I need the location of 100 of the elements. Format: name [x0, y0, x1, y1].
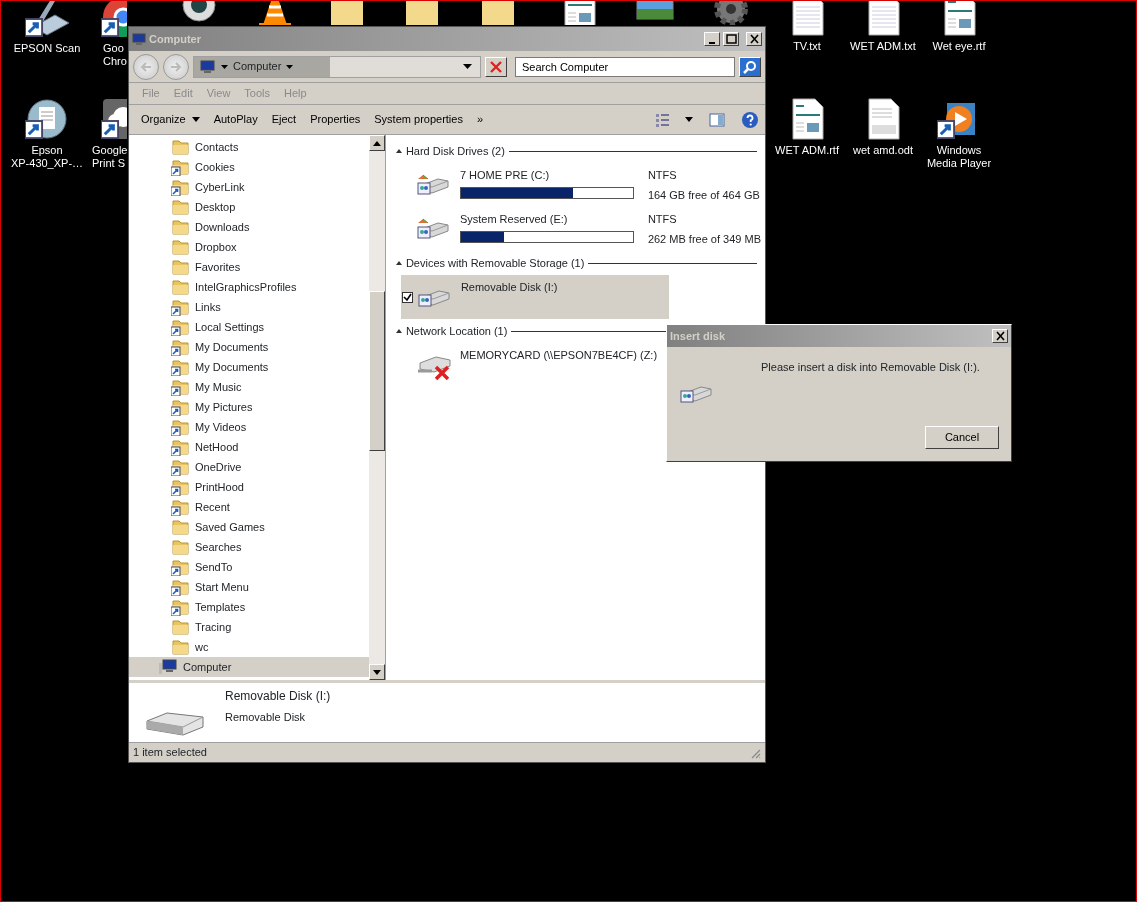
drive-name: MEMORYCARD (\\EPSON7BE4CF) (Z:)	[459, 348, 658, 363]
stop-button[interactable]	[485, 56, 507, 77]
window-title: Computer	[149, 31, 201, 47]
group-header[interactable]: Hard Disk Drives (2)	[405, 142, 505, 160]
disc-icon[interactable]	[25, 97, 69, 141]
cross-icon	[489, 59, 503, 74]
toolbar-button[interactable]: Eject	[265, 109, 303, 130]
tree-item[interactable]: Tracing	[129, 617, 369, 637]
toolbar-button[interactable]: Properties	[304, 109, 367, 130]
group-header[interactable]: Devices with Removable Storage (1)	[405, 254, 585, 272]
preview-pane-icon[interactable]	[709, 112, 725, 127]
tree-item[interactable]: Start Menu	[129, 577, 369, 597]
back-arrow-icon	[139, 60, 153, 73]
computer-icon	[159, 659, 178, 675]
item-name: Removable Disk (I:)	[225, 688, 331, 705]
free-space: 164 GB free of 464 GB	[647, 187, 760, 203]
toolbar-button[interactable]: Organize	[135, 109, 206, 130]
drive-name: 7 HOME PRE (C:)	[459, 168, 551, 183]
desktop-icon-label[interactable]: Windows Media Player	[926, 144, 992, 170]
minimize-button[interactable]	[704, 32, 720, 46]
tree-item[interactable]: Searches	[129, 537, 369, 557]
dialog-message: Please insert a disk into Removable Disk (I:).	[761, 360, 981, 375]
collapse-icon[interactable]	[395, 261, 402, 265]
tree-item[interactable]: Desktop	[129, 197, 369, 217]
file-system: NTFS	[647, 212, 678, 227]
minimize-icon	[709, 41, 715, 44]
view-list-icon[interactable]	[655, 111, 669, 128]
caret-icon[interactable]	[685, 117, 693, 122]
desktop-icon-label[interactable]: WET ADM.rtf	[775, 144, 839, 157]
desktop-icon-label[interactable]: Google Print S	[92, 144, 128, 170]
item-type: Removable Disk	[225, 710, 307, 725]
toolbar-button[interactable]: System properties	[368, 109, 469, 130]
scroll-up-icon[interactable]	[372, 140, 381, 146]
computer-icon	[200, 59, 216, 74]
caret-icon[interactable]	[286, 64, 294, 69]
tree-item[interactable]: NetHood	[129, 437, 369, 457]
toolbar-button[interactable]: AutoPlay	[207, 109, 264, 130]
scanner-icon[interactable]	[25, 1, 69, 39]
tree-item[interactable]: Links	[129, 297, 369, 317]
toolbar-button[interactable]: »	[470, 109, 490, 130]
item-checkbox[interactable]	[401, 291, 413, 303]
help-icon[interactable]	[741, 110, 759, 129]
close-icon	[748, 33, 760, 45]
desktop-icon-label[interactable]: TV.txt	[793, 40, 821, 53]
desktop-icon-label[interactable]: Epson XP-430_XP-…	[10, 144, 84, 170]
collapse-icon[interactable]	[395, 149, 402, 153]
search-button[interactable]	[739, 56, 761, 77]
close-icon	[994, 330, 1006, 342]
desktop-icon-label[interactable]: EPSON Scan	[13, 42, 81, 55]
file-system: NTFS	[647, 168, 678, 183]
tree-item[interactable]: Recent	[129, 497, 369, 517]
tree-item[interactable]: My Videos	[129, 417, 369, 437]
tree-item[interactable]: OneDrive	[129, 457, 369, 477]
cloud-printer-icon[interactable]	[101, 97, 127, 141]
tree-item[interactable]: Templates	[129, 597, 369, 617]
drive-item[interactable]: System Reserved (E:) NTFS 262 MB free of 349 MB	[395, 207, 761, 251]
search-icon	[743, 59, 757, 74]
status-text: 1 item selected	[133, 745, 207, 761]
address-bar[interactable]: Computer	[193, 55, 481, 78]
tree-item[interactable]: wc	[129, 637, 369, 657]
computer-icon	[132, 32, 146, 46]
drive-item[interactable]: MEMORYCARD (\\EPSON7BE4CF) (Z:)	[395, 343, 664, 387]
tree-item[interactable]: Dropbox	[129, 237, 369, 257]
tree-item[interactable]: Cookies	[129, 157, 369, 177]
tree-item[interactable]: My Documents	[129, 337, 369, 357]
close-button[interactable]	[992, 329, 1008, 343]
drive-name: System Reserved (E:)	[459, 212, 569, 227]
tree-item[interactable]: My Music	[129, 377, 369, 397]
maximize-icon	[725, 33, 737, 45]
tree-item[interactable]: Local Settings	[129, 317, 369, 337]
desktop-icon-label[interactable]: wet amd.odt	[853, 144, 913, 157]
drive-item[interactable]: 7 HOME PRE (C:) NTFS 164 GB free of 464 GB	[395, 163, 761, 207]
forward-arrow-icon	[169, 60, 183, 73]
desktop-icon-label[interactable]: WET ADM.txt	[850, 40, 916, 53]
cancel-button[interactable]: Cancel	[925, 426, 999, 449]
checkmark-icon	[402, 292, 412, 302]
drive-item[interactable]: Removable Disk (I:)	[400, 275, 669, 319]
close-button[interactable]	[746, 32, 762, 46]
collapse-icon[interactable]	[395, 329, 402, 333]
search-field[interactable]: Search Computer	[515, 56, 735, 77]
tree-item[interactable]: Computer	[129, 657, 369, 677]
tree-item[interactable]: PrintHood	[129, 477, 369, 497]
tree-item[interactable]: IntelGraphicsProfiles	[129, 277, 369, 297]
tree-item[interactable]: CyberLink	[129, 177, 369, 197]
tree-item[interactable]: Downloads	[129, 217, 369, 237]
maximize-button[interactable]	[723, 32, 739, 46]
group-header[interactable]: Network Location (1)	[405, 322, 508, 340]
tree-item[interactable]: SendTo	[129, 557, 369, 577]
scroll-down-icon[interactable]	[372, 669, 381, 675]
tree-item[interactable]: Saved Games	[129, 517, 369, 537]
free-space: 262 MB free of 349 MB	[647, 231, 761, 247]
caret-icon[interactable]	[221, 64, 228, 69]
desktop-icon-label[interactable]: Wet eye.rtf	[932, 40, 986, 53]
tree-item[interactable]: My Documents	[129, 357, 369, 377]
tree-item[interactable]: My Pictures	[129, 397, 369, 417]
tree-item[interactable]: Favorites	[129, 257, 369, 277]
drive-name: Removable Disk (I:)	[460, 280, 558, 295]
dropdown-caret-icon[interactable]	[463, 64, 472, 69]
desktop-icon-label[interactable]: Goo Chro	[103, 42, 127, 68]
tree-item[interactable]: Contacts	[129, 137, 369, 157]
